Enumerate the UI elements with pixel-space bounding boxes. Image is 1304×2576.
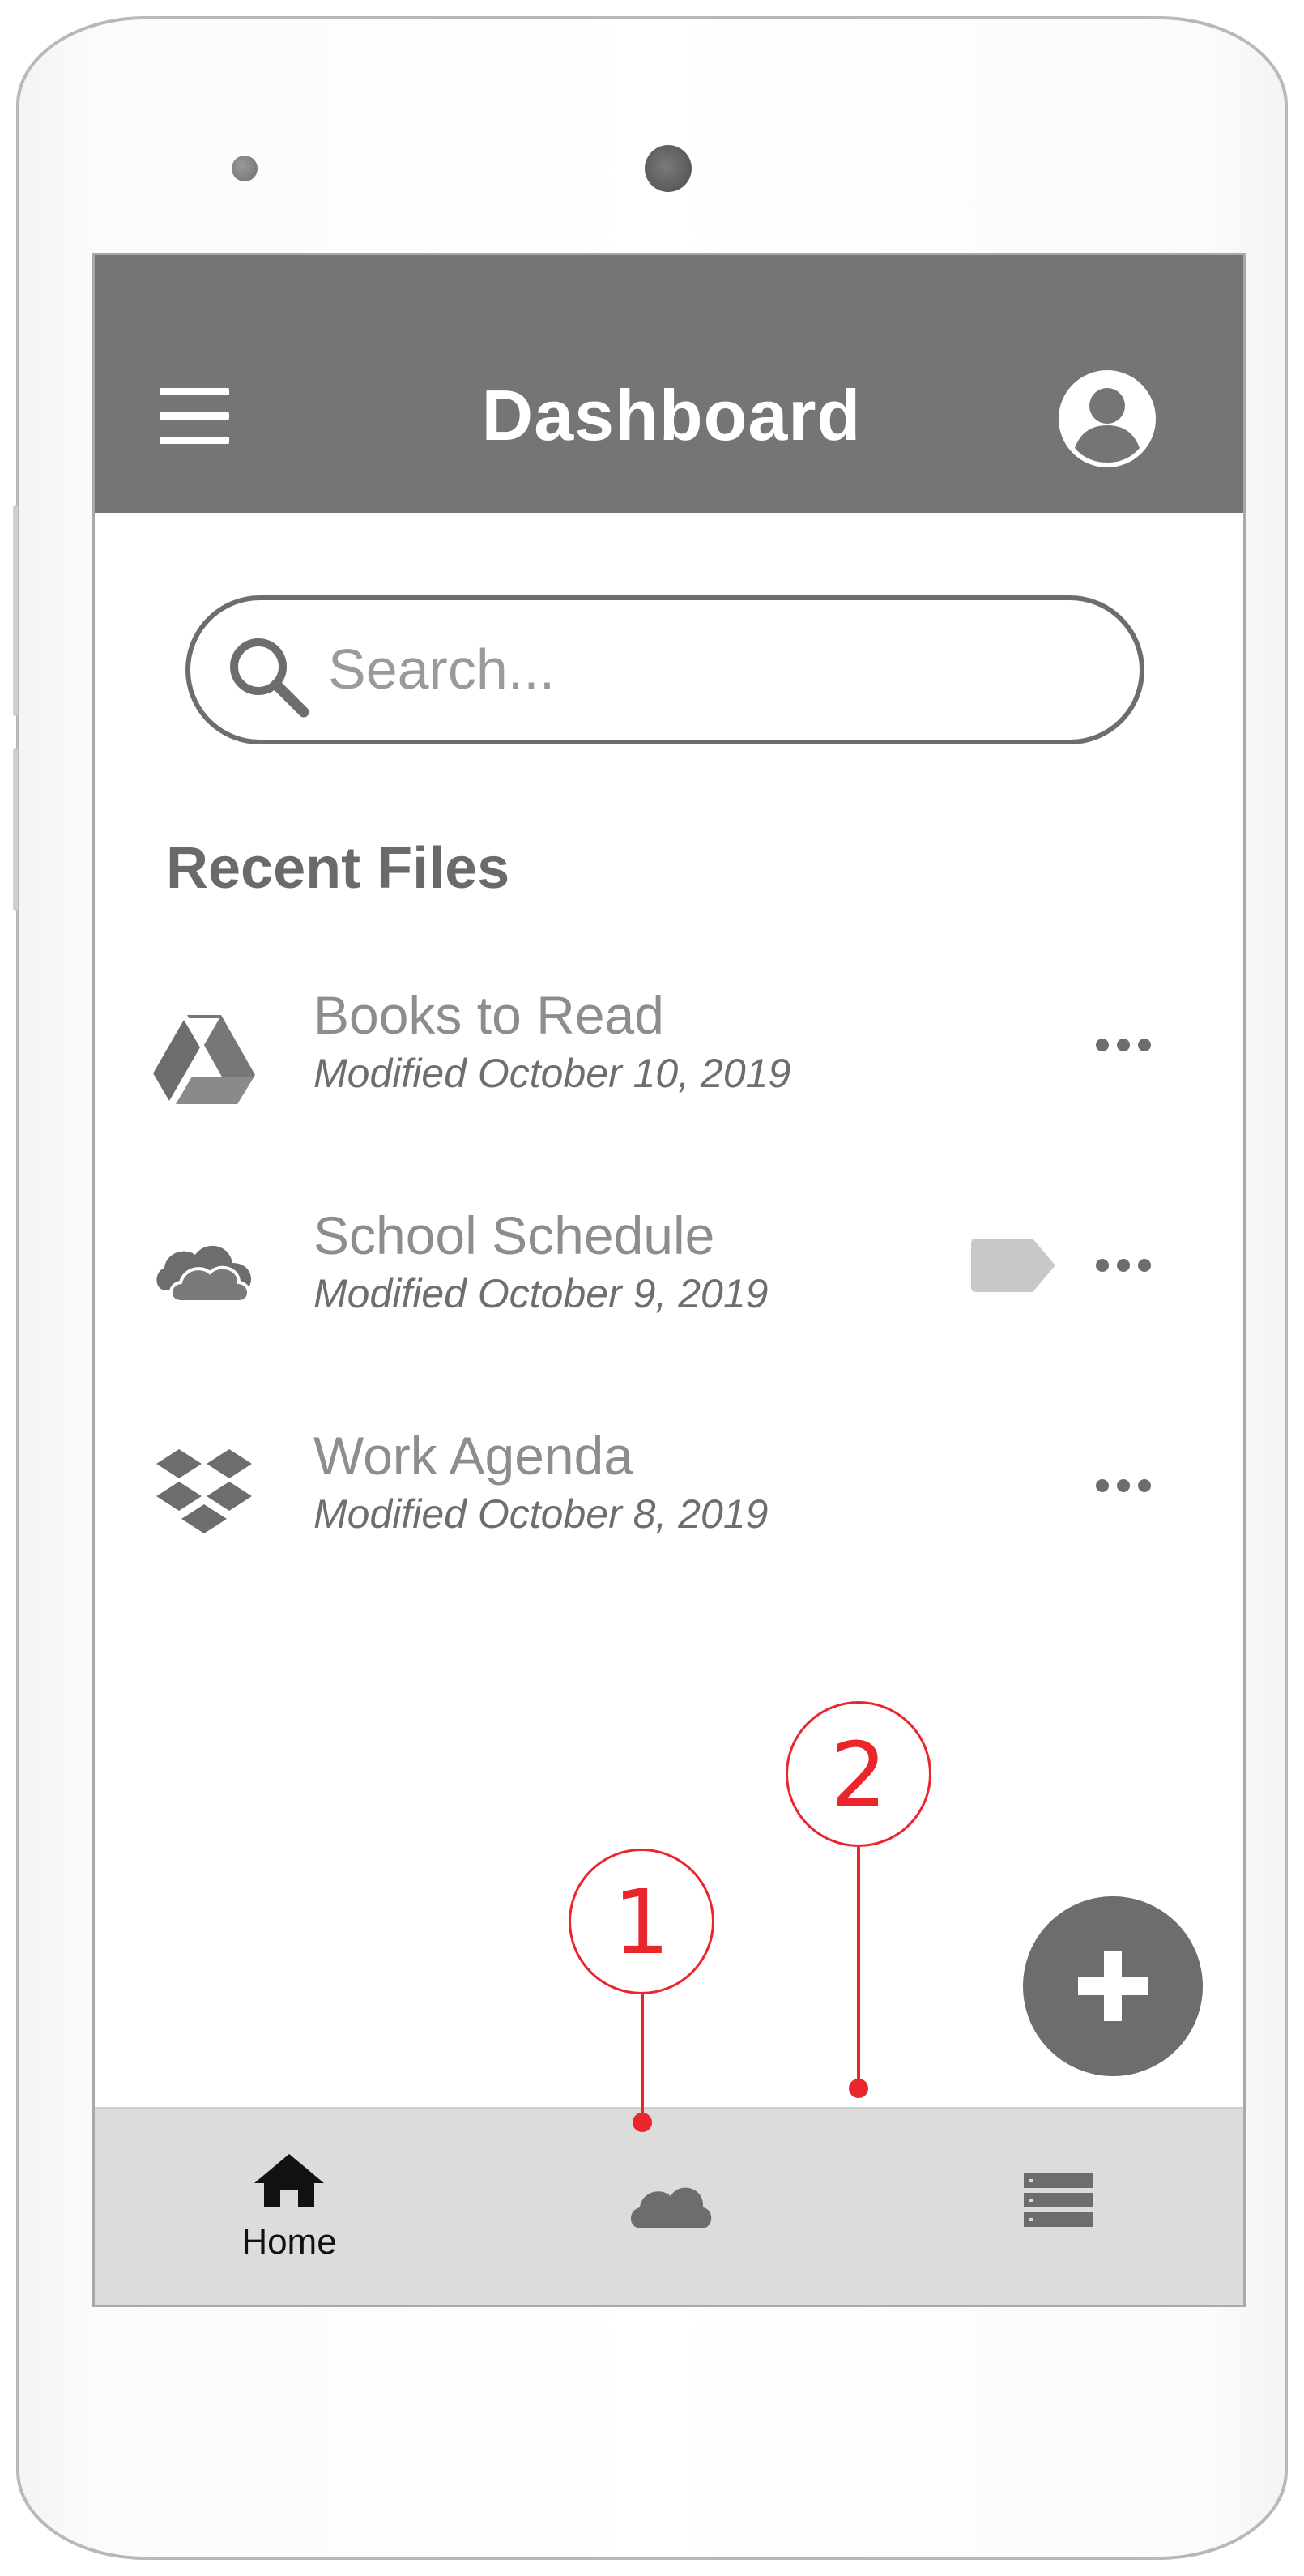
file-name: School Schedule	[313, 1205, 715, 1265]
search-input[interactable]	[328, 625, 1106, 714]
more-options-icon[interactable]	[1091, 1457, 1156, 1514]
nav-label-home: Home	[241, 2222, 337, 2262]
nav-item-cloud[interactable]	[597, 2109, 743, 2305]
screen: Dashboard Search... Recent Files Books t…	[92, 253, 1246, 2307]
annotation-pointer-1	[633, 2113, 652, 2132]
nav-item-home[interactable]: Home	[200, 2109, 378, 2305]
recent-files-heading: Recent Files	[166, 836, 510, 901]
file-modified-date: Modified October 8, 2019	[313, 1491, 769, 1537]
page-title: Dashboard	[481, 375, 862, 455]
file-modified-date: Modified October 10, 2019	[313, 1051, 791, 1096]
phone-camera	[645, 145, 692, 192]
file-name: Work Agenda	[313, 1426, 634, 1486]
account-circle-icon[interactable]	[1059, 370, 1156, 467]
home-icon	[254, 2154, 324, 2207]
file-modified-date: Modified October 9, 2019	[313, 1271, 769, 1316]
list-storage-icon	[1024, 2173, 1093, 2227]
annotation-connector-1	[641, 1993, 644, 2122]
dropbox-icon	[151, 1441, 257, 1546]
cloud-icon	[630, 2187, 712, 2228]
annotation-pointer-2	[849, 2079, 868, 2098]
search-box[interactable]	[185, 595, 1144, 744]
phone-sensor	[232, 156, 258, 181]
file-row-books-to-read[interactable]: Books to Read Modified October 10, 2019	[95, 968, 1243, 1146]
bottom-navigation: Home	[95, 2107, 1243, 2305]
phone-frame: Dashboard Search... Recent Files Books t…	[13, 16, 1288, 2560]
onedrive-cloud-icon	[151, 1221, 257, 1326]
file-row-school-schedule[interactable]: School Schedule Modified October 9, 2019	[95, 1188, 1243, 1367]
search-icon	[224, 633, 312, 720]
annotation-connector-2	[857, 1847, 860, 2090]
annotation-marker-2: 2	[786, 1701, 931, 1847]
stage: Dashboard Search... Recent Files Books t…	[0, 0, 1304, 2576]
nav-item-list[interactable]	[986, 2109, 1131, 2305]
plus-icon	[1078, 1951, 1148, 2021]
app-bar: Dashboard	[95, 255, 1243, 513]
hamburger-menu-icon[interactable]	[160, 388, 229, 445]
phone-side-button	[13, 748, 18, 911]
annotation-marker-1: 1	[569, 1849, 714, 1994]
file-row-work-agenda[interactable]: Work Agenda Modified October 8, 2019	[95, 1409, 1243, 1587]
more-options-icon[interactable]	[1091, 1237, 1156, 1294]
tag-icon[interactable]	[969, 1237, 1059, 1294]
add-button[interactable]	[1023, 1896, 1203, 2076]
file-name: Books to Read	[313, 985, 664, 1045]
more-options-icon[interactable]	[1091, 1017, 1156, 1073]
phone-side-button	[13, 505, 18, 716]
google-drive-icon	[151, 1000, 257, 1106]
